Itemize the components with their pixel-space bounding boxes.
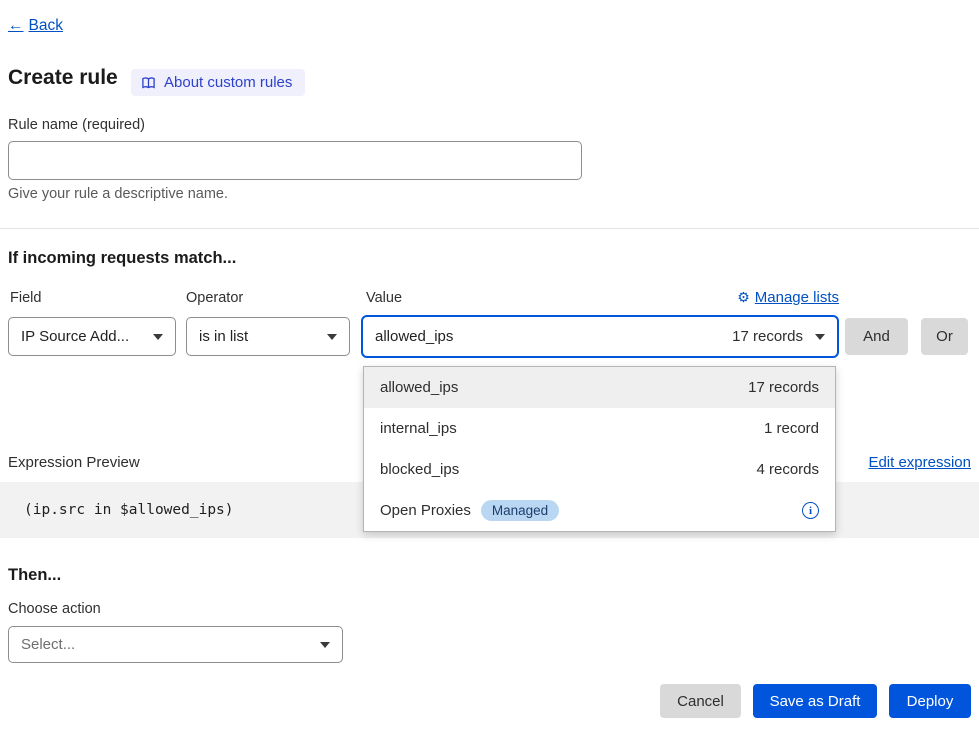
option-name: allowed_ips [380, 379, 458, 396]
value-label: Value [366, 290, 402, 306]
operator-select-value: is in list [199, 328, 248, 345]
action-select-placeholder: Select... [21, 636, 75, 653]
option-meta: 1 record [764, 420, 819, 437]
option-meta: 17 records [748, 379, 819, 396]
gear-icon: ⚙ [737, 289, 750, 306]
field-select[interactable]: IP Source Add... [8, 317, 176, 356]
value-dropdown-menu: allowed_ips 17 records internal_ips 1 re… [363, 366, 836, 532]
cancel-button[interactable]: Cancel [660, 684, 741, 718]
or-button[interactable]: Or [921, 318, 968, 355]
chevron-down-icon [815, 334, 825, 340]
chevron-down-icon [320, 642, 330, 648]
dropdown-option-blocked-ips[interactable]: blocked_ips 4 records [364, 449, 835, 490]
back-arrow-icon: ← [8, 17, 24, 35]
dropdown-option-open-proxies[interactable]: Open Proxies Managed i [364, 490, 835, 531]
choose-action-label: Choose action [8, 601, 101, 617]
expression-preview-label: Expression Preview [8, 454, 140, 471]
back-link[interactable]: ← Back [8, 17, 63, 35]
chevron-down-icon [327, 334, 337, 340]
action-select[interactable]: Select... [8, 626, 343, 663]
dropdown-option-internal-ips[interactable]: internal_ips 1 record [364, 408, 835, 449]
save-as-draft-button[interactable]: Save as Draft [753, 684, 877, 718]
field-select-value: IP Source Add... [21, 328, 129, 345]
operator-select[interactable]: is in list [186, 317, 350, 356]
manage-lists-label: Manage lists [755, 289, 839, 306]
rule-name-input[interactable] [8, 141, 582, 180]
about-custom-rules-link[interactable]: About custom rules [131, 69, 305, 96]
dropdown-option-allowed-ips[interactable]: allowed_ips 17 records [364, 367, 835, 408]
manage-lists-link[interactable]: ⚙ Manage lists [737, 289, 839, 306]
match-section-heading: If incoming requests match... [8, 249, 236, 268]
book-icon [141, 76, 156, 90]
back-link-label: Back [29, 17, 63, 35]
value-select-name: allowed_ips [375, 328, 453, 345]
managed-badge: Managed [481, 500, 559, 521]
value-select[interactable]: allowed_ips 17 records [361, 315, 839, 358]
option-name: blocked_ips [380, 461, 459, 478]
field-label: Field [10, 290, 41, 306]
deploy-button[interactable]: Deploy [889, 684, 971, 718]
edit-expression-link[interactable]: Edit expression [868, 454, 971, 471]
and-button[interactable]: And [845, 318, 908, 355]
section-divider [0, 228, 979, 229]
info-icon[interactable]: i [802, 502, 819, 519]
operator-label: Operator [186, 290, 243, 306]
rule-name-helper: Give your rule a descriptive name. [8, 186, 228, 202]
option-meta: 4 records [756, 461, 819, 478]
rule-name-label: Rule name (required) [8, 117, 145, 133]
chevron-down-icon [153, 334, 163, 340]
about-badge-label: About custom rules [164, 74, 292, 91]
value-select-meta: 17 records [732, 328, 803, 345]
page-title: Create rule [8, 66, 118, 90]
option-name: Open Proxies [380, 502, 471, 519]
option-name: internal_ips [380, 420, 457, 437]
then-section-heading: Then... [8, 566, 61, 585]
